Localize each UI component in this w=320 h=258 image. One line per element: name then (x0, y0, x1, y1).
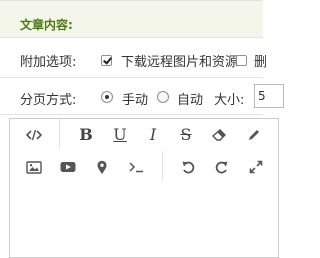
code-block-icon[interactable] (124, 155, 148, 179)
pencil-icon[interactable] (242, 123, 266, 147)
image-icon[interactable] (22, 155, 46, 179)
paging-size-label: 大小: (214, 93, 245, 108)
download-remote-images-checkbox[interactable] (101, 55, 112, 66)
paging-auto-label[interactable]: 自动 (177, 89, 203, 108)
rich-text-editor[interactable]: B U I S (9, 118, 279, 258)
italic-button[interactable]: I (141, 122, 165, 146)
map-pin-icon[interactable] (90, 155, 114, 179)
paging-manual-radio[interactable] (101, 91, 113, 103)
section-header: 文章内容: (0, 0, 263, 38)
eraser-icon[interactable] (208, 123, 232, 147)
additional-options-label: 附加选项: (20, 55, 77, 70)
paging-size-input[interactable] (254, 84, 284, 108)
video-icon[interactable] (56, 155, 80, 179)
editor-toolbar-row-1: B U I S (10, 119, 280, 155)
second-option-label-clipped[interactable]: 删 (254, 51, 267, 70)
underline-button[interactable]: U (108, 122, 132, 146)
paging-auto-radio[interactable] (157, 91, 169, 103)
toolbar-divider (162, 151, 163, 181)
paging-manual-label[interactable]: 手动 (122, 89, 148, 108)
editor-toolbar-row-2 (10, 151, 280, 187)
bold-button[interactable]: B (74, 122, 98, 146)
download-remote-images-label[interactable]: 下载远程图片和资源 (121, 51, 238, 70)
second-option-checkbox[interactable] (236, 55, 247, 66)
paging-mode-label: 分页方式: (20, 93, 77, 108)
redo-icon[interactable] (210, 155, 234, 179)
undo-icon[interactable] (176, 155, 200, 179)
fullscreen-icon[interactable] (244, 155, 268, 179)
strikethrough-button[interactable]: S (174, 122, 198, 146)
paging-mode-row: 分页方式: 手动 自动 大小: (0, 78, 284, 115)
source-code-icon[interactable] (22, 123, 46, 147)
section-title: 文章内容: (20, 18, 73, 32)
additional-options-row: 附加选项: 下载远程图片和资源 删 (0, 38, 267, 78)
toolbar-divider (59, 119, 60, 149)
